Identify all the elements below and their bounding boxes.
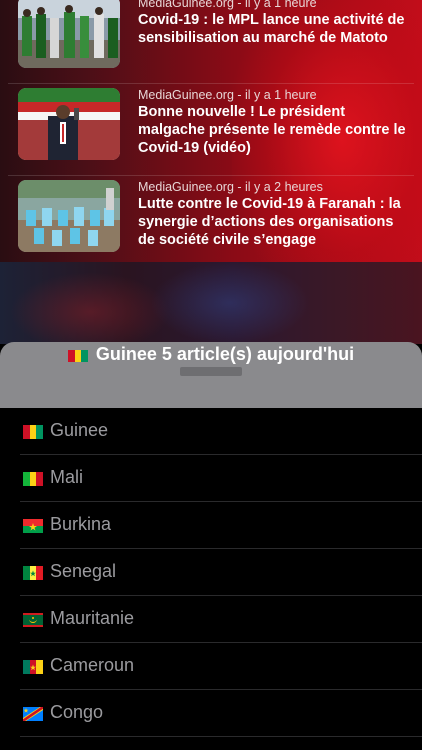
- country-row-mali[interactable]: Mali: [0, 455, 422, 502]
- country-label: Mauritanie: [50, 608, 135, 628]
- news-thumbnail: [18, 88, 120, 160]
- news-item[interactable]: MediaGuinee.org - il y a 2 heures Lutte …: [8, 180, 414, 262]
- news-source-time: MediaGuinee.org - il y a 1 heure: [138, 88, 317, 102]
- country-row-senegal[interactable]: Senegal: [0, 549, 422, 596]
- country-row-burkina[interactable]: Burkina: [0, 502, 422, 549]
- sheet-title: Guinee 5 article(s) aujourd'hui: [0, 344, 422, 365]
- sheet-grabber-handle[interactable]: [180, 367, 242, 376]
- guinea-flag-icon: [67, 348, 88, 362]
- cameroon-flag-icon: [23, 660, 43, 674]
- divider: [8, 83, 414, 84]
- mali-flag-icon: [23, 472, 43, 486]
- news-thumbnail: [18, 180, 120, 252]
- country-label: Cameroun: [50, 655, 135, 675]
- news-item[interactable]: MediaGuinee.org - il y a 1 heure Bonne n…: [8, 88, 414, 176]
- sheet-header[interactable]: Guinee 5 article(s) aujourd'hui: [0, 342, 422, 408]
- sheet-title-text: Guinee 5 article(s) aujourd'hui: [95, 344, 355, 364]
- mauritania-flag-icon: [23, 613, 43, 627]
- country-label: Senegal: [50, 561, 117, 581]
- country-label: Guinee: [50, 420, 109, 440]
- divider: [20, 736, 422, 737]
- country-picker-sheet: Guinee 5 article(s) aujourd'hui Guinee M…: [0, 342, 422, 750]
- country-row-cameroun[interactable]: Cameroun: [0, 643, 422, 690]
- country-row-guinee[interactable]: Guinee: [0, 408, 422, 455]
- news-source-time: MediaGuinee.org - il y a 1 heure: [138, 0, 317, 10]
- blurred-background: [0, 262, 422, 352]
- country-row-mauritanie[interactable]: Mauritanie: [0, 596, 422, 643]
- news-source-time: MediaGuinee.org - il y a 2 heures: [138, 180, 323, 194]
- news-headline: Covid-19 : le MPL lance une activité de …: [138, 12, 405, 46]
- news-headline: Bonne nouvelle ! Le président malgache p…: [138, 104, 406, 156]
- news-headline: Lutte contre le Covid-19 à Faranah : la …: [138, 196, 401, 248]
- country-row-congo[interactable]: Congo: [0, 690, 422, 737]
- news-feed: MediaGuinee.org - il y a 1 heure Covid-1…: [0, 0, 422, 262]
- news-thumbnail: [18, 0, 120, 68]
- country-label: Mali: [50, 467, 84, 487]
- country-label: Burkina: [50, 514, 112, 534]
- burkina-flag-icon: [23, 519, 43, 533]
- divider: [8, 175, 414, 176]
- congo-flag-icon: [23, 707, 43, 721]
- senegal-flag-icon: [23, 566, 43, 580]
- country-list: Guinee Mali Burkina Senegal Mauritanie C…: [0, 408, 422, 737]
- country-label: Congo: [50, 702, 104, 722]
- guinea-flag-icon: [23, 425, 43, 439]
- news-item[interactable]: MediaGuinee.org - il y a 1 heure Covid-1…: [8, 0, 414, 84]
